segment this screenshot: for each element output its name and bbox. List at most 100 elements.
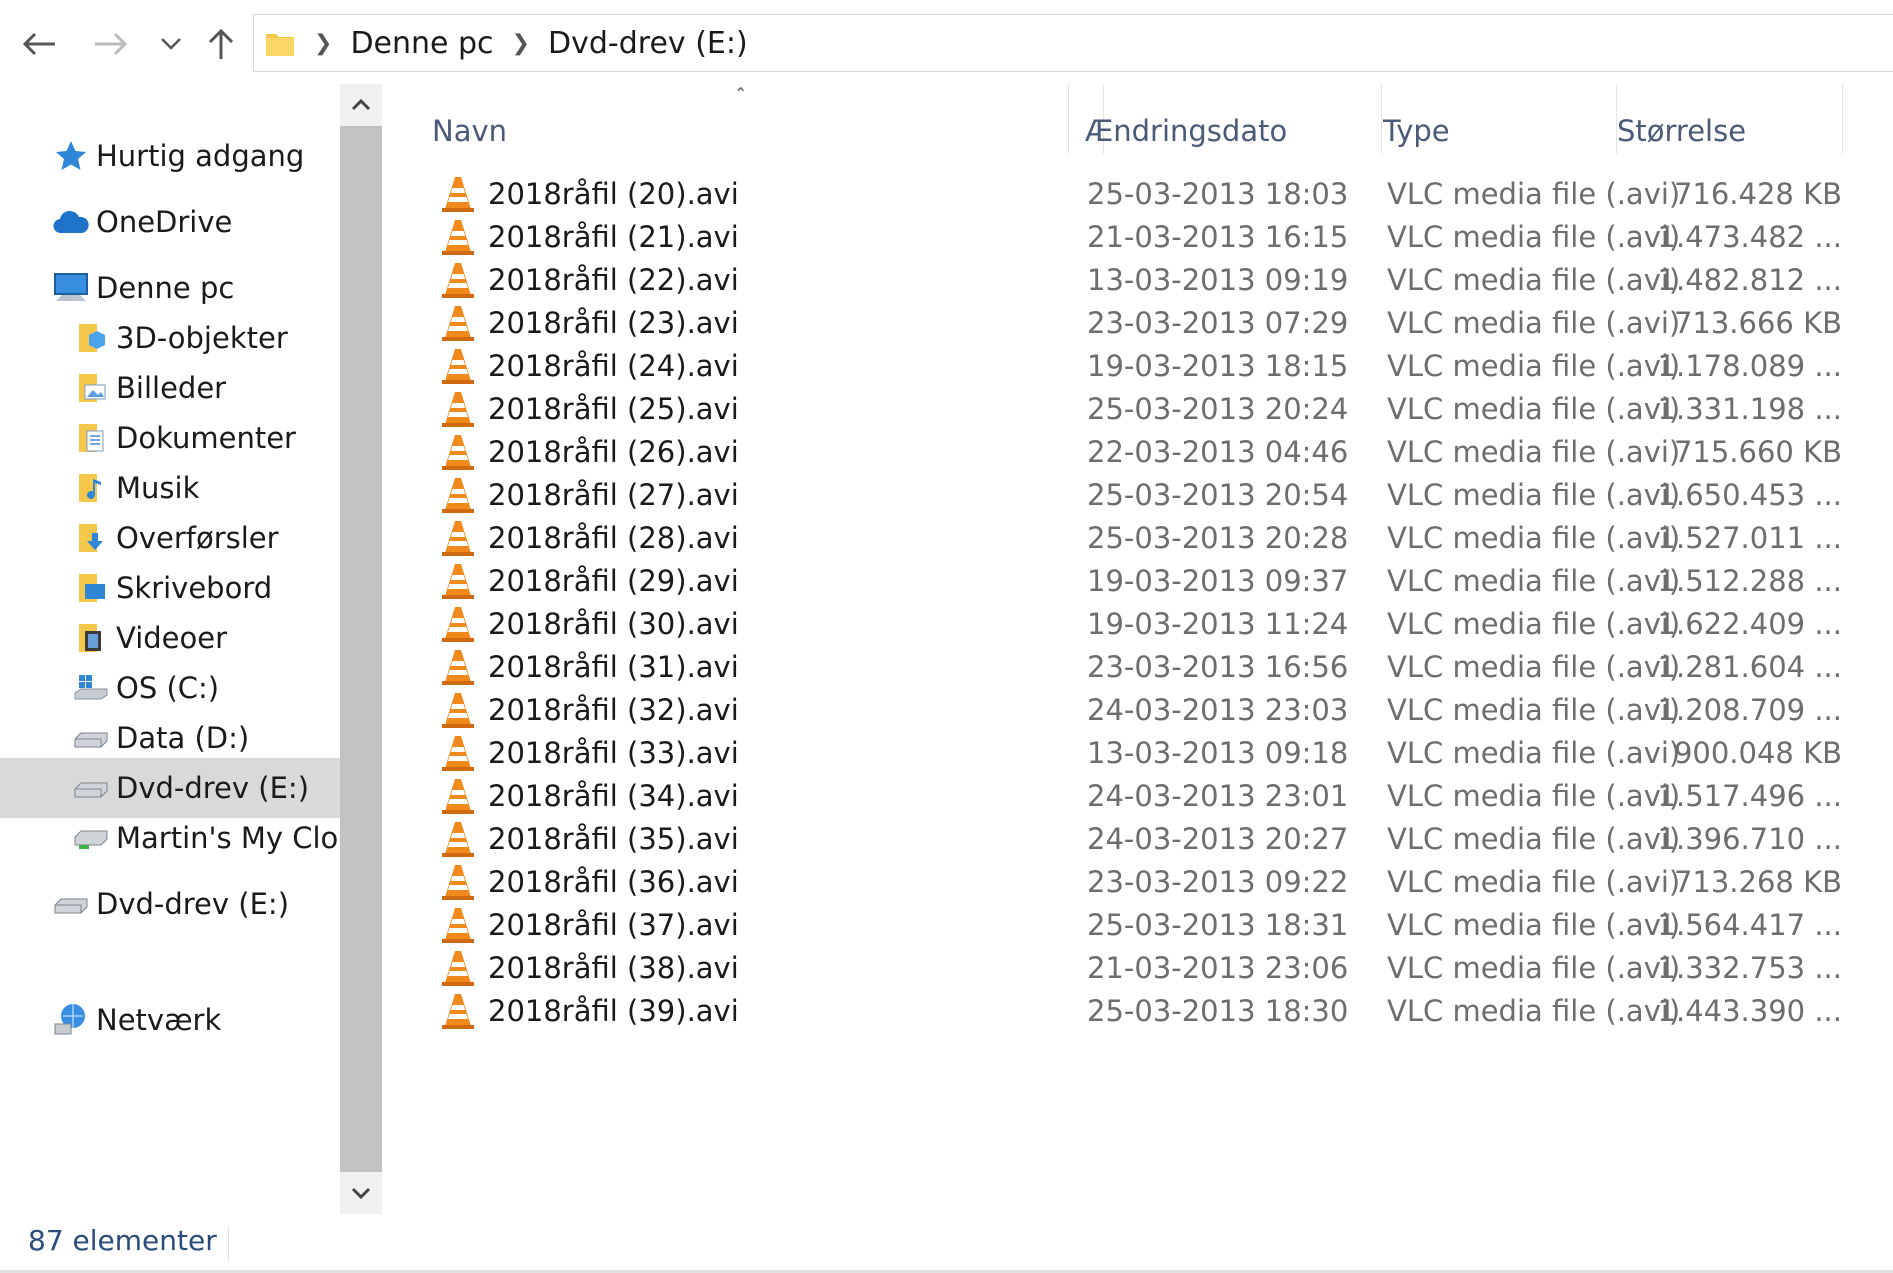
vlc-file-icon xyxy=(438,647,478,687)
file-list: ⌃ Navn Ændringsdato Type Størrelse 2018r… xyxy=(382,84,1893,1214)
folder-icon xyxy=(266,34,294,56)
file-name: 2018råfil (37).avi xyxy=(488,908,739,942)
file-name: 2018råfil (20).avi xyxy=(488,177,739,211)
address-bar[interactable]: ❯ Denne pc ❯ Dvd-drev (E:) xyxy=(253,14,1893,72)
breadcrumb-chevron-icon[interactable]: ❯ xyxy=(512,31,530,56)
nav-item-label: Billeder xyxy=(116,371,227,405)
status-bar: 87 elementer xyxy=(0,1220,1893,1273)
column-header-date[interactable]: Ændringsdato xyxy=(1068,84,1382,154)
up-button[interactable] xyxy=(196,22,246,66)
vlc-file-icon xyxy=(438,475,478,515)
status-divider xyxy=(228,1226,229,1262)
chevron-down-icon xyxy=(351,1187,371,1199)
vlc-file-icon xyxy=(438,776,478,816)
file-name: 2018råfil (21).avi xyxy=(488,220,739,254)
folder-3d-icon xyxy=(72,319,110,357)
scroll-down-button[interactable] xyxy=(340,1172,382,1214)
nav-item-dvd-e[interactable]: Dvd-drev (E:) xyxy=(52,874,340,934)
file-name: 2018råfil (30).avi xyxy=(488,607,739,641)
computer-icon xyxy=(52,269,90,307)
column-header-size[interactable]: Størrelse xyxy=(1601,84,1843,154)
vlc-file-icon xyxy=(438,561,478,601)
vlc-file-icon xyxy=(438,733,478,773)
vlc-file-icon xyxy=(438,217,478,257)
file-name: 2018råfil (22).avi xyxy=(488,263,739,297)
file-name: 2018råfil (35).avi xyxy=(488,822,739,856)
file-name: 2018råfil (38).avi xyxy=(488,951,739,985)
vlc-file-icon xyxy=(438,948,478,988)
nav-item-label: OS (C:) xyxy=(116,671,220,705)
nav-item-label: Overførsler xyxy=(116,521,279,555)
folder-desktop-icon xyxy=(72,569,110,607)
vlc-file-icon xyxy=(438,604,478,644)
file-name: 2018råfil (25).avi xyxy=(488,392,739,426)
chevron-down-icon xyxy=(161,38,181,50)
nav-item-label: Martin's My Clou xyxy=(116,821,340,855)
nav-item-my-cloud[interactable]: Martin's My Clou xyxy=(72,808,340,868)
arrow-right-icon xyxy=(95,32,128,56)
arrow-left-icon xyxy=(22,32,55,56)
back-button[interactable] xyxy=(14,22,64,66)
file-name: 2018råfil (33).avi xyxy=(488,736,739,770)
file-name-cell[interactable]: 2018råfil (39).avi xyxy=(438,985,739,1037)
nav-item-onedrive[interactable]: OneDrive xyxy=(52,192,340,252)
vlc-file-icon xyxy=(438,905,478,945)
file-name: 2018råfil (32).avi xyxy=(488,693,739,727)
file-name: 2018råfil (24).avi xyxy=(488,349,739,383)
vlc-file-icon xyxy=(438,346,478,386)
nav-item-label: Skrivebord xyxy=(116,571,273,605)
cloud-icon xyxy=(52,203,90,241)
nav-item-label: Dokumenter xyxy=(116,421,296,455)
file-size: 1.443.390 ... xyxy=(1657,994,1842,1028)
folder-music-icon xyxy=(72,469,110,507)
column-header-type[interactable]: Type xyxy=(1367,84,1617,154)
vlc-file-icon xyxy=(438,862,478,902)
folder-documents-icon xyxy=(72,419,110,457)
forward-button[interactable] xyxy=(86,22,136,66)
vlc-file-icon xyxy=(438,991,478,1031)
column-header-name[interactable]: Navn xyxy=(416,84,1104,154)
drive-icon xyxy=(72,719,110,757)
nav-pane-scrollbar[interactable] xyxy=(340,84,382,1214)
nav-item-network[interactable]: Netværk xyxy=(52,990,340,1050)
file-name: 2018råfil (36).avi xyxy=(488,865,739,899)
chevron-up-icon xyxy=(351,99,371,111)
nav-item-label: Hurtig adgang xyxy=(96,139,305,173)
breadcrumb-dvd-drev[interactable]: Dvd-drev (E:) xyxy=(548,26,748,61)
file-name: 2018råfil (29).avi xyxy=(488,564,739,598)
recent-locations-button[interactable] xyxy=(146,22,196,66)
file-name: 2018råfil (27).avi xyxy=(488,478,739,512)
scroll-up-button[interactable] xyxy=(340,84,382,126)
vlc-file-icon xyxy=(438,260,478,300)
nav-item-label: OneDrive xyxy=(96,205,233,239)
breadcrumb-denne-pc[interactable]: Denne pc xyxy=(350,26,493,61)
drive-icon xyxy=(72,769,110,807)
network-icon xyxy=(52,1001,90,1039)
vlc-file-icon xyxy=(438,432,478,472)
arrow-up-icon xyxy=(208,28,234,59)
file-name: 2018råfil (23).avi xyxy=(488,306,739,340)
item-count: 87 elementer xyxy=(28,1224,217,1257)
address-toolbar: ❯ Denne pc ❯ Dvd-drev (E:) xyxy=(0,0,1893,86)
file-name: 2018råfil (31).avi xyxy=(488,650,739,684)
column-headers: ⌃ Navn Ændringsdato Type Størrelse xyxy=(382,84,1893,154)
vlc-file-icon xyxy=(438,389,478,429)
nav-item-label: 3D-objekter xyxy=(116,321,288,355)
star-icon xyxy=(52,137,90,175)
nav-item-label: Videoer xyxy=(116,621,228,655)
file-date: 25-03-2013 18:30 xyxy=(1087,994,1349,1028)
vlc-file-icon xyxy=(438,303,478,343)
nav-item-label: Netværk xyxy=(96,1003,222,1037)
file-row[interactable]: 2018råfil (39).avi 25-03-2013 18:30 VLC me… xyxy=(382,985,1893,1037)
nav-item-label: Musik xyxy=(116,471,200,505)
folder-videos-icon xyxy=(72,619,110,657)
file-name: 2018råfil (39).avi xyxy=(488,994,739,1028)
file-name: 2018råfil (28).avi xyxy=(488,521,739,555)
vlc-file-icon xyxy=(438,518,478,558)
windows-drive-icon xyxy=(72,669,110,707)
breadcrumb-chevron-icon[interactable]: ❯ xyxy=(314,31,332,56)
folder-pictures-icon xyxy=(72,369,110,407)
nav-item-quick-access[interactable]: Hurtig adgang xyxy=(52,126,340,186)
vlc-file-icon xyxy=(438,690,478,730)
scroll-thumb[interactable] xyxy=(340,126,382,1181)
